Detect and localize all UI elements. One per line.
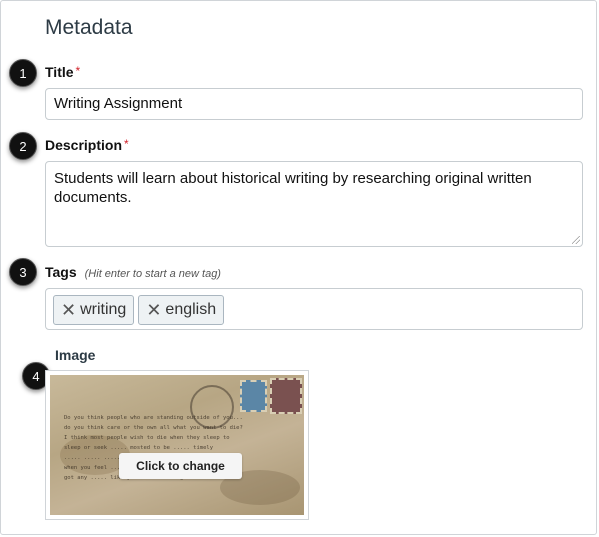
tags-label: Tags (Hit enter to start a new tag) <box>45 264 221 280</box>
handwriting-line: sleep or seek ..... mosted to be ..... t… <box>64 445 214 451</box>
tag-chip-english[interactable]: ✕ english <box>138 295 225 325</box>
handwriting-line: I think most people wish to die when the… <box>64 435 230 441</box>
title-label-text: Title <box>45 64 74 80</box>
envelope-image: Do you think people who are standing out… <box>50 375 304 515</box>
tag-chip-label: writing <box>80 301 127 318</box>
callout-badge-1: 1 <box>9 59 37 87</box>
image-thumbnail[interactable]: Do you think people who are standing out… <box>45 370 309 520</box>
change-image-button[interactable]: Click to change <box>119 453 242 479</box>
tags-label-text: Tags <box>45 264 77 280</box>
handwriting-line: Do you think people who are standing out… <box>64 415 243 421</box>
tags-input[interactable]: ✕ writing ✕ english <box>45 288 583 330</box>
stamp-icon <box>270 378 302 414</box>
stamp-icon <box>240 380 267 412</box>
resize-handle-icon[interactable] <box>572 236 580 244</box>
required-asterisk: * <box>124 137 129 151</box>
section-heading: Metadata <box>45 16 133 39</box>
tags-hint: (Hit enter to start a new tag) <box>84 268 221 280</box>
description-text: Students will learn about historical wri… <box>54 170 532 206</box>
required-asterisk: * <box>75 64 81 78</box>
tag-chip-label: english <box>165 301 217 318</box>
tag-chip-writing[interactable]: ✕ writing <box>53 295 135 325</box>
image-label: Image <box>55 347 96 363</box>
description-label-text: Description <box>45 137 123 153</box>
description-textarea[interactable]: Students will learn about historical wri… <box>45 161 583 247</box>
remove-tag-icon[interactable]: ✕ <box>61 301 76 319</box>
title-label: Title * <box>45 64 80 80</box>
callout-badge-3: 3 <box>9 258 37 286</box>
handwriting-line: do you think care or the own all what yo… <box>64 425 243 431</box>
remove-tag-icon[interactable]: ✕ <box>146 301 161 319</box>
title-input[interactable]: Writing Assignment <box>45 88 583 120</box>
description-label: Description * <box>45 137 129 153</box>
callout-badge-2: 2 <box>9 132 37 160</box>
